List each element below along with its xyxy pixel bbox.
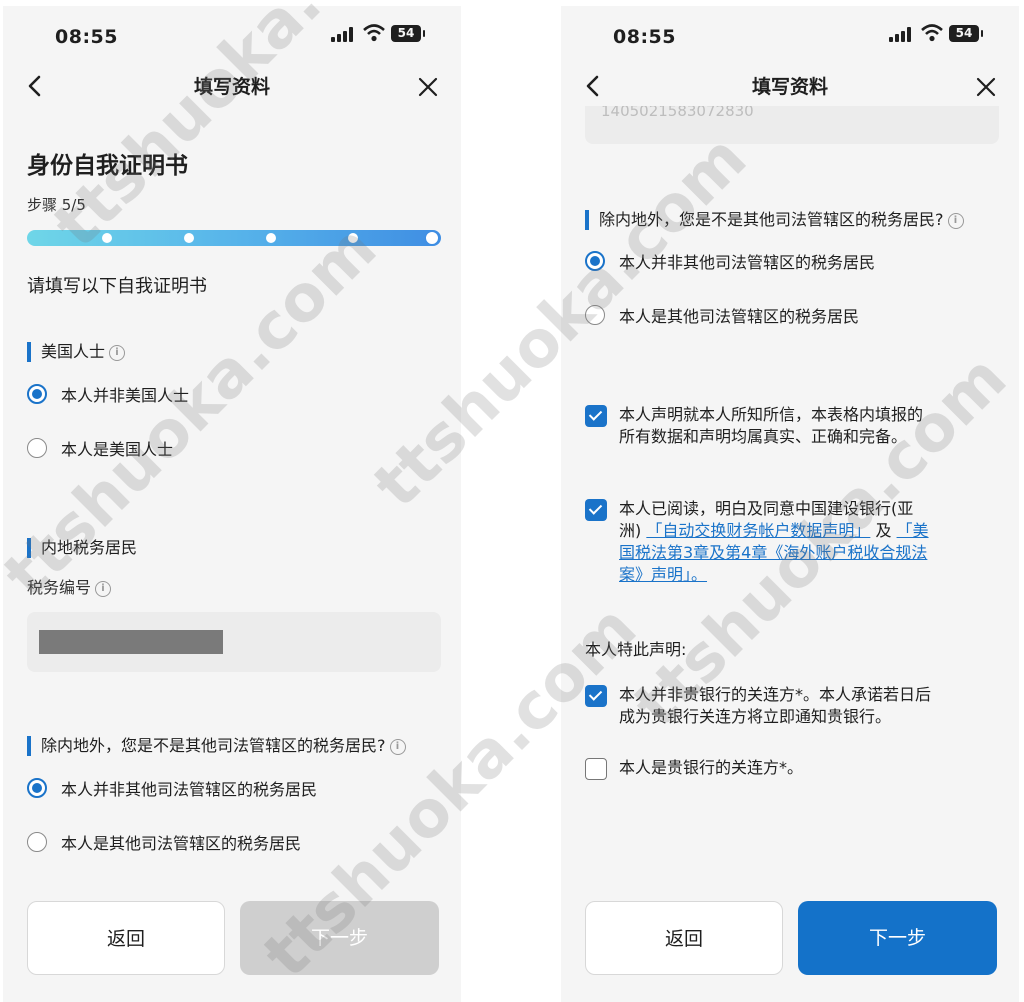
checkbox-agree-terms[interactable]: 本人已阅读，明白及同意中国建设银行(亚 洲) 「自动交换财务帐户数据声明」 及 …: [585, 498, 985, 586]
section-us-person: 美国人士 i: [27, 342, 126, 362]
close-icon[interactable]: [417, 76, 439, 98]
radio-button-selected[interactable]: [27, 778, 47, 798]
status-icons: 54: [889, 24, 989, 46]
radio-not-us-person[interactable]: 本人并非美国人士: [27, 382, 189, 406]
radio-label: 本人并非美国人士: [61, 386, 190, 405]
battery-icon: 54: [949, 25, 983, 42]
section-other-jurisdiction: 除内地外，您是不是其他司法管辖区的税务居民? i: [27, 736, 406, 756]
next-button[interactable]: 下一步: [798, 901, 997, 975]
progress-dot-current: [425, 231, 439, 245]
checkbox-checked[interactable]: [585, 685, 607, 707]
back-button[interactable]: 返回: [585, 901, 783, 975]
tax-number-input-scrolled[interactable]: 1405021583072830: [585, 106, 999, 144]
redacted-value: [39, 630, 223, 654]
radio-label: 本人是其他司法管辖区的税务居民: [61, 834, 302, 853]
section-other-jurisdiction: 除内地外，您是不是其他司法管辖区的税务居民? i: [585, 210, 964, 230]
wifi-icon: [363, 24, 385, 42]
progress-bar: [27, 230, 441, 246]
status-time: 08:55: [55, 26, 118, 48]
close-icon[interactable]: [975, 76, 997, 98]
status-time: 08:55: [613, 26, 676, 48]
phone-screen-left: 08:55 54 填写资料 身份自我证明书 步骤 5/5 请填写以下自我证明书 …: [3, 6, 461, 1002]
tax-number-label: 税务编号 i: [27, 574, 112, 598]
radio-button-selected[interactable]: [585, 251, 605, 271]
radio-is-other-resident[interactable]: 本人是其他司法管辖区的税务居民: [585, 303, 859, 327]
link-fatca-statement-end[interactable]: 案》声明」。: [619, 564, 929, 586]
progress-dot: [184, 233, 194, 243]
checkbox-checked[interactable]: [585, 405, 607, 427]
step-indicator: 步骤 5/5: [27, 196, 86, 214]
checkbox-not-related-party[interactable]: 本人并非贵银行的关连方*。本人承诺若日后 成为贵银行关连方将立即通知贵银行。: [585, 684, 985, 728]
link-fatca-statement-cont[interactable]: 国税法第3章及第4章《海外账户税收合规法: [619, 542, 929, 564]
checkbox-checked[interactable]: [585, 499, 607, 521]
tax-number-input[interactable]: [27, 612, 441, 672]
battery-icon: 54: [391, 25, 425, 42]
radio-label: 本人是美国人士: [61, 440, 174, 459]
checkbox-is-related-party[interactable]: 本人是贵银行的关连方*。: [585, 757, 985, 780]
radio-button[interactable]: [585, 305, 605, 325]
radio-label: 本人并非其他司法管辖区的税务居民: [619, 253, 876, 272]
radio-button[interactable]: [27, 438, 47, 458]
info-icon[interactable]: i: [389, 738, 406, 755]
signal-icon: [889, 26, 913, 42]
info-icon[interactable]: i: [109, 344, 126, 361]
nav-title: 填写资料: [751, 76, 828, 98]
radio-label: 本人是其他司法管辖区的税务居民: [619, 307, 860, 326]
section-label: 除内地外，您是不是其他司法管辖区的税务居民?: [599, 210, 944, 229]
checkbox-declare-true[interactable]: 本人声明就本人所知所信，本表格内填报的 所有数据和声明均属真实、正确和完备。: [585, 404, 985, 448]
radio-not-other-resident[interactable]: 本人并非其他司法管辖区的税务居民: [585, 249, 875, 273]
link-aeoi-statement[interactable]: 「自动交换财务帐户数据声明」: [646, 521, 870, 540]
page-title: 身份自我证明书: [27, 153, 188, 179]
radio-is-other-resident[interactable]: 本人是其他司法管辖区的税务居民: [27, 830, 301, 854]
progress-dot: [348, 233, 358, 243]
info-icon[interactable]: i: [947, 212, 964, 229]
intro-text: 请填写以下自我证明书: [27, 276, 207, 297]
signal-icon: [331, 26, 355, 42]
checkbox-unchecked[interactable]: [585, 758, 607, 780]
checkbox-label: 本人声明就本人所知所信，本表格内填报的 所有数据和声明均属真实、正确和完备。: [619, 405, 924, 446]
radio-not-other-resident[interactable]: 本人并非其他司法管辖区的税务居民: [27, 776, 317, 800]
checkbox-label: 本人已阅读，明白及同意中国建设银行(亚 洲) 「自动交换财务帐户数据声明」 及 …: [619, 499, 929, 586]
input-value: 1405021583072830: [601, 106, 754, 120]
hereby-declare-label: 本人特此声明:: [585, 640, 687, 659]
link-fatca-statement[interactable]: 「美: [897, 521, 929, 540]
radio-button[interactable]: [27, 832, 47, 852]
back-button[interactable]: 返回: [27, 901, 225, 975]
section-label: 美国人士: [41, 342, 106, 361]
next-button-disabled[interactable]: 下一步: [240, 901, 439, 975]
info-icon[interactable]: i: [95, 580, 112, 597]
progress-dot: [102, 233, 112, 243]
section-label: 内地税务居民: [41, 538, 138, 557]
nav-title: 填写资料: [193, 76, 270, 98]
radio-is-us-person[interactable]: 本人是美国人士: [27, 436, 173, 460]
radio-button-selected[interactable]: [27, 384, 47, 404]
section-label: 除内地外，您是不是其他司法管辖区的税务居民?: [41, 736, 386, 755]
phone-screen-right: 08:55 54 填写资料 1405021583072830 除内地外，您是不是…: [561, 6, 1019, 1002]
checkbox-label: 本人并非贵银行的关连方*。本人承诺若日后 成为贵银行关连方将立即通知贵银行。: [619, 685, 932, 726]
progress-dot: [266, 233, 276, 243]
radio-label: 本人并非其他司法管辖区的税务居民: [61, 780, 318, 799]
status-icons: 54: [331, 24, 431, 46]
section-mainland-tax: 内地税务居民: [27, 538, 137, 558]
wifi-icon: [921, 24, 943, 42]
checkbox-label: 本人是贵银行的关连方*。: [619, 758, 804, 777]
